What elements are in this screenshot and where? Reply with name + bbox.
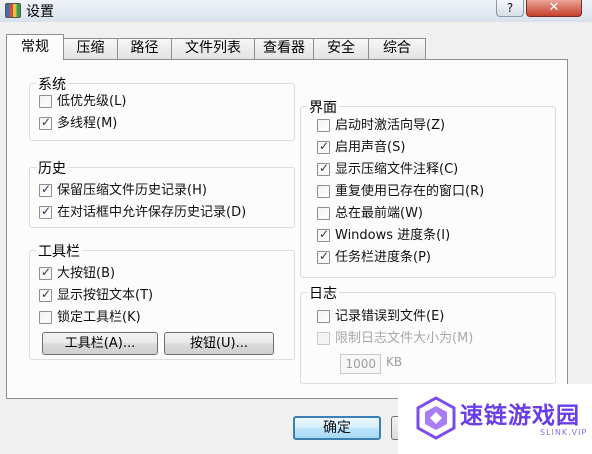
- option-label: 限制日志文件大小为(M): [335, 331, 474, 346]
- watermark-url: SLINK.VIP: [540, 428, 588, 437]
- checkbox-box[interactable]: [317, 207, 330, 220]
- option-label: 多线程(M): [57, 116, 118, 131]
- log-size-unit: KB: [386, 355, 403, 369]
- watermark-name: 速链游戏园: [460, 403, 580, 429]
- option-label: 保留压缩文件历史记录(H): [57, 183, 207, 198]
- checkbox-box[interactable]: [317, 119, 330, 132]
- tab-integration[interactable]: 综合: [368, 38, 426, 59]
- tab-viewer[interactable]: 查看器: [254, 38, 314, 59]
- checkbox-box[interactable]: [39, 265, 52, 280]
- title-bar: 设置 ? ✕: [0, 0, 592, 22]
- checkbox-box[interactable]: [317, 249, 330, 264]
- option-label: 总在最前端(W): [335, 206, 423, 221]
- tab-file-list[interactable]: 文件列表: [171, 38, 255, 59]
- checkbox-box[interactable]: [39, 204, 52, 219]
- group-log-title: 日志: [307, 283, 339, 303]
- option-label: Windows 进度条(I): [335, 228, 451, 243]
- option-label: 大按钮(B): [57, 266, 116, 281]
- tab-compression[interactable]: 压缩: [63, 38, 118, 59]
- checkbox-box[interactable]: [317, 332, 330, 345]
- option-label: 重复使用已存在的窗口(R): [335, 184, 485, 199]
- group-interface: 界面 启动时激活向导(Z) 启用声音(S) 显示压缩文件注释(C) 重复使用已存…: [300, 97, 556, 278]
- tab-general[interactable]: 常规: [6, 34, 64, 60]
- group-toolbar-title: 工具栏: [36, 241, 82, 261]
- group-system: 系统 低优先级(L) 多线程(M): [29, 74, 295, 141]
- group-history: 历史 保留压缩文件历史记录(H) 在对话框中允许保存历史记录(D): [29, 158, 295, 228]
- watermark: 速链游戏园 SLINK.VIP: [398, 384, 592, 454]
- buttons-settings-button[interactable]: 按钮(U)...: [164, 332, 274, 355]
- tab-security[interactable]: 安全: [313, 38, 369, 59]
- option-label: 显示压缩文件注释(C): [335, 162, 459, 177]
- log-size-input[interactable]: 1000: [340, 354, 381, 374]
- checkbox-box[interactable]: [317, 139, 330, 154]
- checkbox-box[interactable]: [39, 95, 52, 108]
- checkbox-box[interactable]: [39, 287, 52, 302]
- option-label: 显示按钮文本(T): [57, 288, 154, 303]
- winrar-app-icon: [5, 3, 21, 18]
- checkbox-box[interactable]: [39, 182, 52, 197]
- checkbox-box[interactable]: [317, 310, 330, 323]
- checkbox-box[interactable]: [39, 115, 52, 130]
- option-label: 在对话框中允许保存历史记录(D): [57, 205, 247, 220]
- option-label: 锁定工具栏(K): [57, 310, 141, 325]
- checkbox-box[interactable]: [317, 227, 330, 242]
- help-button[interactable]: ?: [496, 0, 524, 17]
- watermark-logo-icon: [416, 396, 456, 440]
- close-button[interactable]: ✕: [526, 0, 582, 17]
- general-tab-panel: 系统 低优先级(L) 多线程(M) 历史 保留压缩文件历史记录(H) 在对话框中…: [6, 59, 568, 399]
- toolbar-settings-button[interactable]: 工具栏(A)...: [42, 332, 158, 355]
- option-label: 启用声音(S): [335, 140, 406, 155]
- group-system-title: 系统: [36, 74, 68, 94]
- option-label: 低优先级(L): [57, 94, 127, 109]
- checkbox-box[interactable]: [317, 185, 330, 198]
- group-history-title: 历史: [36, 158, 68, 178]
- ok-button[interactable]: 确定: [293, 416, 381, 440]
- window-title: 设置: [26, 4, 54, 20]
- checkbox-box[interactable]: [39, 311, 52, 324]
- group-interface-title: 界面: [307, 97, 339, 117]
- option-label: 记录错误到文件(E): [335, 309, 445, 324]
- group-log: 日志 记录错误到文件(E) 限制日志文件大小为(M): [300, 283, 556, 384]
- option-label: 启动时激活向导(Z): [335, 118, 446, 133]
- checkbox-box[interactable]: [317, 161, 330, 176]
- tab-paths[interactable]: 路径: [117, 38, 172, 59]
- group-toolbar: 工具栏 大按钮(B) 显示按钮文本(T) 锁定工具栏(K) 工具栏(A)... …: [29, 241, 295, 360]
- option-label: 任务栏进度条(P): [335, 250, 431, 265]
